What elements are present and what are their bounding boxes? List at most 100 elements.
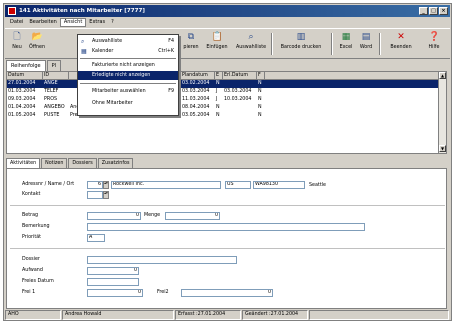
status-created: Erfasst :27.01.2004	[175, 310, 241, 320]
paste-button[interactable]: 📋 Einfügen	[204, 32, 230, 50]
toolbar: 🗋 Neu 📂 Öffnen ⧉ pieren 📋 Einfügen ⌕ Aus…	[5, 28, 450, 59]
word-button[interactable]: ▤ Word	[357, 32, 375, 50]
scroll-down-icon[interactable]: ▼	[439, 145, 446, 152]
menu-extras[interactable]: Extras	[86, 18, 108, 27]
table-row[interactable]: 09.03.2004 PROS LINGS AG 11.03.2004 J 10…	[7, 96, 440, 104]
tab-reihenfolge[interactable]: Reihenfolge	[6, 60, 46, 71]
word-label: Word	[359, 45, 373, 50]
tab-dossiers[interactable]: Dossiers	[68, 158, 97, 168]
new-button[interactable]: 🗋 Neu	[9, 32, 25, 50]
tab-zusatzinfos[interactable]: Zusatzinfos	[97, 158, 134, 168]
tab-notizen[interactable]: Notizen	[41, 158, 68, 168]
zip-field[interactable]: WA98130	[253, 181, 305, 189]
grid-header: Datum ID name Plandatum E Erl.Datum F	[7, 72, 440, 80]
activity-form: Adressnr / Name / Ort 6 ▴▾ Rockwell Inc.…	[6, 168, 447, 309]
adressnr-spinner[interactable]: ▴▾	[103, 181, 109, 189]
bemerkung-field[interactable]	[87, 223, 365, 231]
copy-label: pieren	[183, 45, 199, 50]
barcode-label: Barcode drucken	[280, 45, 322, 50]
kontakt-spinner[interactable]: ▴▾	[103, 191, 109, 199]
menu-item-auswahlliste[interactable]: ⌕ Auswahlliste F4	[78, 37, 178, 46]
country-field[interactable]: US	[225, 181, 251, 189]
quit-button[interactable]: ✕ Beenden	[389, 32, 413, 50]
scroll-up-icon[interactable]: ▲	[439, 72, 446, 79]
title-bar: 141 Aktivitäten nach Mitarbeiter [7777] …	[5, 5, 450, 17]
menu-bearbeiten[interactable]: Bearbeiten	[26, 18, 59, 27]
selection-list-button[interactable]: ⌕ Auswahlliste	[234, 32, 268, 50]
table-row[interactable]: 01.04.2004 ANGEBO Angebot erarbeiten RIL…	[7, 104, 440, 112]
col-erl-datum[interactable]: Erl.Datum	[223, 72, 257, 80]
menu-help[interactable]: ?	[108, 18, 117, 27]
cell-f: N	[258, 89, 262, 94]
binoculars-icon: ⌕	[81, 38, 85, 45]
open-button[interactable]: 📂 Öffnen	[27, 32, 47, 50]
table-row[interactable]: 27.01.2004 ANGE KWELL 03.02.2004 N N	[7, 80, 440, 88]
col-f[interactable]: F	[257, 72, 265, 80]
col-filler	[265, 72, 440, 80]
status-filler	[309, 310, 449, 320]
menu-datei[interactable]: Datei	[7, 18, 26, 27]
grid-scrollbar[interactable]: ▲ ▼	[438, 72, 446, 153]
close-button[interactable]: ×	[439, 7, 448, 15]
frei1-field[interactable]: 0	[87, 289, 143, 297]
shortcut-label: F4	[168, 39, 174, 44]
menu-item-label: Mitarbeiter auswählen	[92, 89, 146, 94]
cell-e: N	[216, 113, 220, 118]
detail-tabs: Aktivitäten Notizen Dossiers Zusatzinfos	[6, 158, 134, 168]
menu-item-ohne-mitarbeiter[interactable]: Ohne Mitarbeiter	[78, 99, 178, 108]
cell-datum: 01.04.2004	[8, 105, 36, 110]
name-field[interactable]: Rockwell Inc.	[111, 181, 221, 189]
cell-e: N	[216, 105, 220, 110]
col-id[interactable]: ID	[43, 72, 69, 80]
menu-item-mitarbeiter-auswaehlen[interactable]: Mitarbeiter auswählen F9	[78, 87, 178, 96]
calendar-icon: ▦	[81, 48, 87, 55]
col-datum[interactable]: Datum	[7, 72, 43, 80]
frei2-field[interactable]: 0	[181, 289, 273, 297]
dossier-field[interactable]	[87, 256, 237, 264]
menu-item-label: Ohne Mitarbeiter	[92, 101, 133, 106]
new-label: Neu	[12, 45, 22, 50]
cell-id: PROS	[44, 97, 58, 102]
section-divider	[10, 248, 445, 249]
cell-plandatum: 11.03.2004	[182, 97, 210, 102]
barcode-print-button[interactable]: ▥ Barcode drucken	[277, 32, 325, 50]
paste-label: Einfügen	[206, 45, 228, 50]
kontakt-field[interactable]	[87, 191, 103, 199]
menu-item-kalender[interactable]: ▦ Kalender Ctrl+K	[78, 47, 178, 56]
maximize-button[interactable]: □	[429, 7, 438, 15]
table-row[interactable]: 01.05.2004 PUSTE Preisliste RILLINGS AG …	[7, 112, 440, 120]
col-plandatum[interactable]: Plandatum	[181, 72, 215, 80]
minimize-button[interactable]: _	[419, 7, 428, 15]
main-window: 141 Aktivitäten nach Mitarbeiter [7777] …	[3, 3, 452, 321]
adressnr-field[interactable]: 6	[87, 181, 103, 189]
menu-item-fakturierte[interactable]: Fakturierte nicht anzeigen	[78, 61, 178, 70]
excel-button[interactable]: ▦ Excel	[337, 32, 355, 50]
table-row[interactable]: 01.03.2004 TELEF LINGS AG 03.03.2004 J 0…	[7, 88, 440, 96]
menu-item-label: Fakturierte nicht anzeigen	[92, 63, 155, 68]
city-label: Seattle	[309, 183, 326, 188]
tab-pl[interactable]: Pl	[46, 60, 61, 71]
cell-f: N	[258, 97, 262, 102]
betrag-field[interactable]: 0	[87, 212, 141, 220]
menu-ansicht[interactable]: Ansicht	[59, 18, 87, 27]
cell-erl-datum	[223, 104, 257, 112]
cell-f: N	[258, 105, 262, 110]
aufwand-field[interactable]: 0	[87, 267, 139, 275]
cell-e: J	[216, 97, 218, 102]
status-user-code: AHO	[5, 310, 61, 320]
cell-f: N	[258, 113, 262, 118]
copy-button[interactable]: ⧉ pieren	[181, 32, 201, 50]
frei1-label: Frei 1	[22, 290, 36, 295]
kontakt-label: Kontakt	[22, 192, 41, 197]
tab-aktivitaeten[interactable]: Aktivitäten	[6, 158, 41, 168]
menu-item-erledigte[interactable]: Erledigte nicht anzeigen	[78, 71, 178, 80]
menu-separator	[80, 58, 176, 59]
col-e[interactable]: E	[215, 72, 223, 80]
prioritaet-field[interactable]: A	[87, 234, 105, 242]
quit-label: Beenden	[390, 45, 412, 50]
cell-f: N	[258, 81, 262, 86]
menge-field[interactable]: 0	[165, 212, 220, 220]
help-label: Hilfe	[428, 45, 440, 50]
help-button[interactable]: ❓ Hilfe	[425, 32, 443, 50]
freies-datum-field[interactable]	[87, 278, 139, 286]
